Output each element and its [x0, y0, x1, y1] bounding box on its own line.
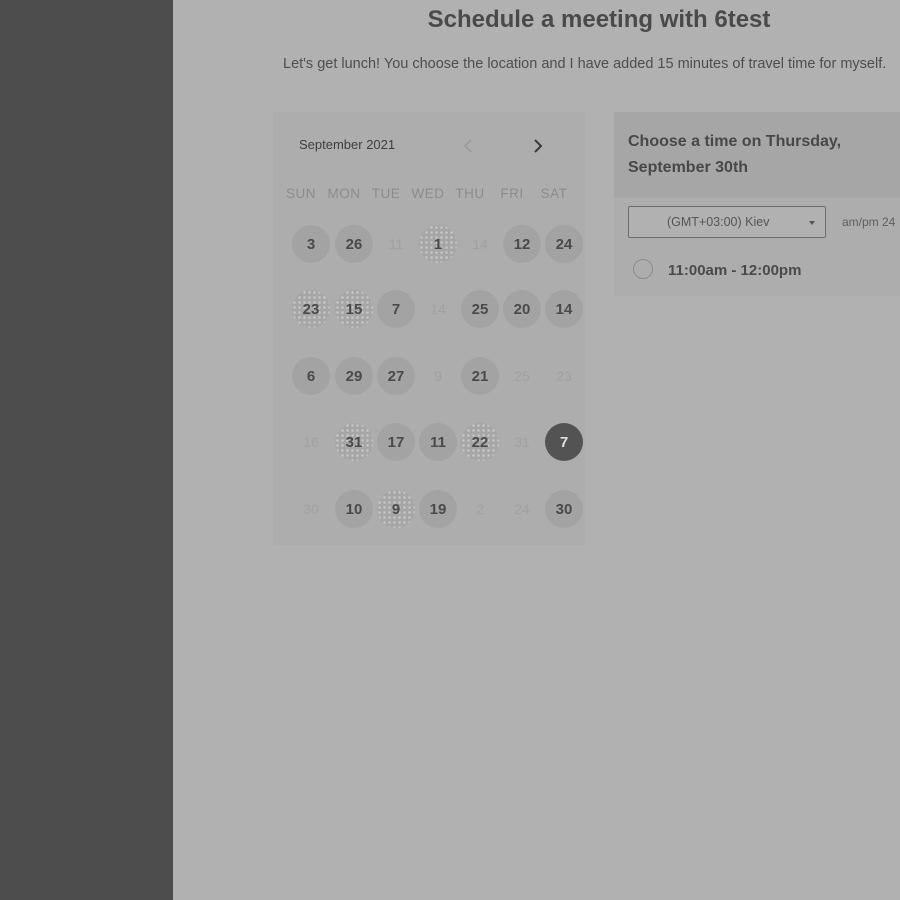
weekday-sun: SUN	[285, 186, 316, 201]
time-panel: Choose a time on Thursday, September 30t…	[614, 112, 900, 296]
calendar-day[interactable]: 26	[335, 225, 373, 263]
calendar-day: 24	[514, 501, 530, 517]
timezone-value: (GMT+03:00) Kiev	[667, 215, 770, 229]
time-panel-title: Choose a time on Thursday, September 30t…	[628, 133, 842, 176]
weekday-mon: MON	[327, 186, 361, 201]
weekday-thu: THU	[455, 186, 485, 201]
month-label: September 2021	[299, 137, 396, 152]
calendar-day: 2	[476, 501, 484, 517]
weekday-fri: FRI	[500, 186, 524, 201]
calendar-day: 25	[514, 368, 530, 384]
calendar-day[interactable]: 22	[461, 423, 499, 461]
calendar-day: 11	[388, 236, 404, 252]
calendar-day[interactable]: 17	[377, 423, 415, 461]
chevron-right-icon[interactable]	[533, 138, 543, 154]
weekday-wed: WED	[411, 186, 445, 201]
calendar-day: 14	[430, 301, 446, 317]
time-format-toggle[interactable]: am/pm 24	[842, 215, 895, 229]
calendar-day[interactable]: 30	[545, 490, 583, 528]
calendar-day[interactable]: 21	[461, 357, 499, 395]
time-panel-header: Choose a time on Thursday, September 30t…	[614, 112, 900, 198]
weekday-sat: SAT	[540, 186, 568, 201]
calendar-day: 23	[556, 368, 572, 384]
weekday-tue: TUE	[371, 186, 401, 201]
calendar-day[interactable]: 31	[335, 423, 373, 461]
calendar-day[interactable]: 9	[377, 490, 415, 528]
calendar-day[interactable]: 29	[335, 357, 373, 395]
calendar-day[interactable]: 19	[419, 490, 457, 528]
calendar-day[interactable]: 27	[377, 357, 415, 395]
calendar-day: 9	[434, 368, 442, 384]
event-description: Let's get lunch! You choose the location…	[283, 56, 887, 72]
calendar-day[interactable]: 7	[377, 290, 415, 328]
time-slot-radio[interactable]	[633, 259, 653, 279]
time-slot-label[interactable]: 11:00am - 12:00pm	[668, 262, 801, 279]
calendar-day[interactable]: 25	[461, 290, 499, 328]
calendar-day: 16	[303, 434, 319, 450]
calendar: September 2021 SUN MON TUE WED THU FRI S…	[273, 112, 585, 545]
calendar-day[interactable]: 24	[545, 225, 583, 263]
calendar-day[interactable]: 15	[335, 290, 373, 328]
calendar-day-selected[interactable]: 7	[545, 423, 583, 461]
calendar-day[interactable]: 23	[292, 290, 330, 328]
calendar-day[interactable]: 11	[419, 423, 457, 461]
sidebar	[0, 0, 173, 900]
calendar-day[interactable]: 6	[292, 357, 330, 395]
calendar-day[interactable]: 3	[292, 225, 330, 263]
page-title: Schedule a meeting with 6test	[427, 6, 771, 33]
calendar-day[interactable]: 20	[503, 290, 541, 328]
calendar-day[interactable]: 1	[419, 225, 457, 263]
calendar-day: 14	[472, 236, 488, 252]
calendar-day[interactable]: 10	[335, 490, 373, 528]
main-content: Schedule a meeting with 6test Let's get …	[173, 0, 900, 900]
calendar-day: 31	[514, 434, 530, 450]
timezone-select[interactable]: (GMT+03:00) Kiev	[628, 206, 826, 238]
calendar-day: 30	[303, 501, 319, 517]
calendar-day[interactable]: 12	[503, 225, 541, 263]
calendar-day[interactable]: 14	[545, 290, 583, 328]
chevron-left-icon[interactable]	[463, 138, 473, 154]
caret-down-icon	[809, 221, 815, 225]
